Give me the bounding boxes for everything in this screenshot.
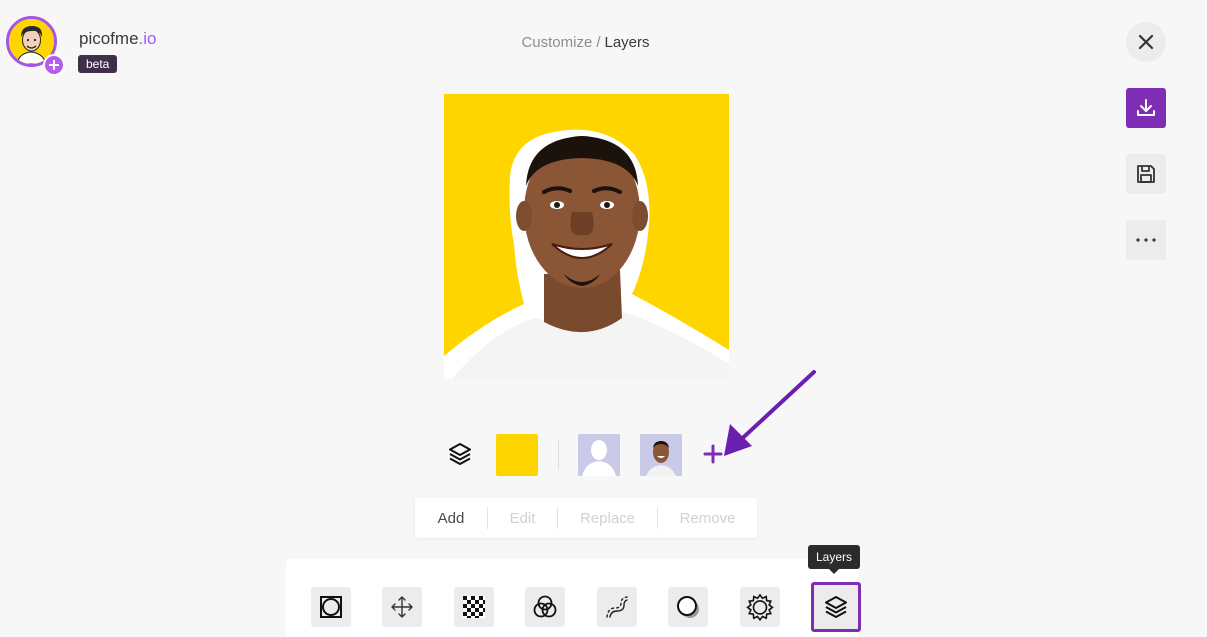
add-layer-button[interactable]	[702, 443, 724, 465]
layers-tooltip: Layers	[808, 545, 861, 574]
more-horizontal-icon	[1136, 238, 1156, 242]
layer-action-bar: Add Edit Replace Remove	[415, 498, 757, 538]
download-button[interactable]	[1126, 88, 1166, 128]
layer-strip-divider	[558, 439, 559, 469]
tool-border[interactable]	[311, 587, 351, 627]
tool-move[interactable]	[382, 587, 422, 627]
close-button[interactable]	[1126, 22, 1166, 62]
adjust-icon	[746, 593, 774, 621]
photo-layer-thumbnail[interactable]	[640, 434, 682, 476]
photo-canvas[interactable]	[444, 94, 729, 379]
tool-color-blend[interactable]	[525, 587, 565, 627]
tool-shadow[interactable]	[668, 587, 708, 627]
edit-layer-action[interactable]: Edit	[487, 507, 557, 529]
more-options-button[interactable]	[1126, 220, 1166, 260]
layers-icon	[825, 596, 847, 618]
tool-adjust[interactable]	[740, 587, 780, 627]
beta-badge: beta	[78, 55, 118, 73]
breadcrumb-parent[interactable]: Customize	[521, 34, 592, 51]
annotation-arrow	[724, 370, 816, 456]
tool-layers[interactable]	[811, 582, 861, 632]
layers-icon	[447, 441, 473, 467]
color-blend-icon	[533, 595, 557, 618]
transparency-icon	[463, 596, 485, 618]
curve-path-icon	[606, 596, 628, 618]
background-color-layer[interactable]	[496, 434, 538, 476]
breadcrumb-current: Layers	[604, 34, 650, 51]
tool-transparency[interactable]	[454, 587, 494, 627]
save-button[interactable]	[1126, 154, 1166, 194]
portrait-image	[444, 94, 729, 379]
shadow-icon	[677, 596, 699, 618]
replace-layer-action[interactable]: Replace	[557, 507, 657, 529]
move-icon	[391, 596, 413, 618]
plus-icon	[703, 444, 723, 464]
add-layer-action[interactable]: Add	[415, 507, 487, 529]
breadcrumb-separator: /	[596, 34, 601, 51]
silhouette-layer-thumbnail[interactable]	[578, 434, 620, 476]
remove-layer-action[interactable]: Remove	[657, 507, 757, 529]
download-icon	[1137, 99, 1155, 116]
tool-curve-path[interactable]	[597, 587, 637, 627]
add-profile-icon[interactable]	[43, 54, 65, 76]
save-icon	[1137, 165, 1155, 183]
border-icon	[320, 596, 342, 618]
breadcrumb: Customize / Layers	[0, 34, 1171, 51]
close-icon	[1138, 34, 1154, 50]
